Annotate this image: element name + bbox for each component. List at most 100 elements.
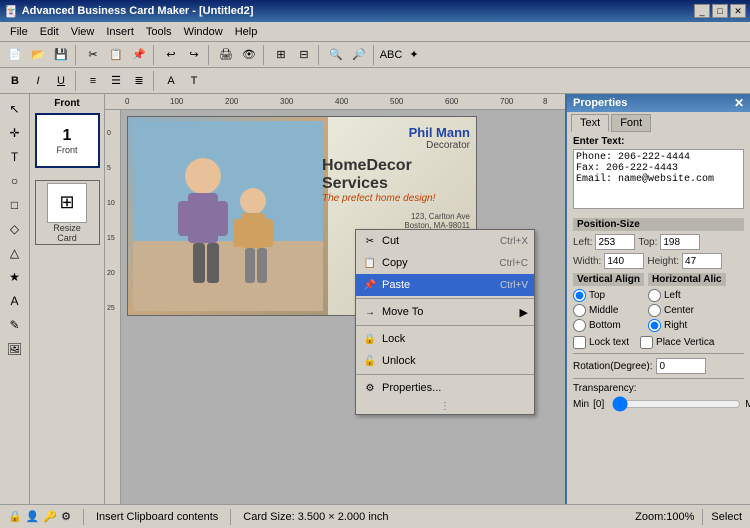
circle-tool[interactable]: ○ <box>4 170 26 192</box>
line-tool[interactable]: A <box>4 290 26 312</box>
ctx-paste-shortcut: Ctrl+V <box>500 280 528 291</box>
position-size-section: Position-Size Left: Top: Width: Height: <box>573 218 744 269</box>
panel-card-1[interactable]: 1 Front <box>35 113 100 168</box>
properties-close-button[interactable]: ✕ <box>734 96 744 110</box>
panel-front-label: Front <box>32 98 102 109</box>
minimize-button[interactable]: _ <box>694 4 710 18</box>
grid-button[interactable]: ⊞ <box>270 44 292 66</box>
menu-bar: File Edit View Insert Tools Window Help <box>0 22 750 42</box>
effects-button[interactable]: ✦ <box>403 44 425 66</box>
close-button[interactable]: ✕ <box>730 4 746 18</box>
halign-center[interactable]: Center <box>648 304 726 317</box>
toolbar-2: B I U ≡ ☰ ≣ A T <box>0 68 750 94</box>
color-button[interactable]: A <box>160 70 182 92</box>
align-right-button[interactable]: ≣ <box>128 70 150 92</box>
pen-tool[interactable]: ✎ <box>4 314 26 336</box>
ctx-paste[interactable]: 📌 Paste Ctrl+V <box>356 274 534 296</box>
ctx-moveto-label: Move To <box>382 306 423 318</box>
copy-button[interactable]: 📋 <box>105 44 127 66</box>
ctx-more[interactable]: ⋮ <box>356 399 534 414</box>
main-area: ↖ ✛ T ○ □ ◇ △ ★ A ✎ 🖼 Front 1 Front ⊞ Re… <box>0 94 750 504</box>
save-button[interactable]: 💾 <box>50 44 72 66</box>
undo-button[interactable]: ↩ <box>160 44 182 66</box>
lock-place-row: Lock text Place Vertica <box>573 336 744 349</box>
user-icon: 👤 <box>26 510 40 523</box>
halign-left[interactable]: Left <box>648 289 726 302</box>
menu-window[interactable]: Window <box>178 24 229 40</box>
ctx-cut[interactable]: ✂ Cut Ctrl+X <box>356 230 534 252</box>
bold-button[interactable]: B <box>4 70 26 92</box>
status-sep2 <box>230 509 231 525</box>
underline-button[interactable]: U <box>50 70 72 92</box>
ctx-cut-label: Cut <box>382 235 399 247</box>
ctx-properties[interactable]: ⚙ Properties... <box>356 377 534 399</box>
move-tool[interactable]: ✛ <box>4 122 26 144</box>
card-number: 1 <box>63 127 72 145</box>
menu-help[interactable]: Help <box>229 24 264 40</box>
height-input[interactable] <box>682 253 722 269</box>
valign-bottom[interactable]: Bottom <box>573 319 644 332</box>
open-button[interactable]: 📂 <box>27 44 49 66</box>
ctx-unlock[interactable]: 🔓 Unlock <box>356 350 534 372</box>
transparency-slider[interactable] <box>612 397 741 411</box>
card-label: Front <box>56 145 77 155</box>
max-label: Ma <box>745 399 750 410</box>
menu-tools[interactable]: Tools <box>140 24 178 40</box>
paste-button[interactable]: 📌 <box>128 44 150 66</box>
status-bar: 🔒 👤 🔑 ⚙ Insert Clipboard contents Card S… <box>0 504 750 528</box>
canvas-area[interactable]: 0 100 200 300 400 500 600 700 8 0 5 10 1… <box>105 94 565 504</box>
maximize-button[interactable]: □ <box>712 4 728 18</box>
preview-button[interactable]: 👁 <box>238 44 260 66</box>
rect-tool[interactable]: □ <box>4 194 26 216</box>
width-input[interactable] <box>604 253 644 269</box>
align-center-button[interactable]: ☰ <box>105 70 127 92</box>
ctx-copy[interactable]: 📋 Copy Ctrl+C <box>356 252 534 274</box>
new-button[interactable]: 📄 <box>4 44 26 66</box>
zoomout-button[interactable]: 🔎 <box>348 44 370 66</box>
min-label: Min <box>573 399 589 410</box>
cut-button[interactable]: ✂ <box>82 44 104 66</box>
tab-text[interactable]: Text <box>571 114 609 132</box>
text-tool[interactable]: T <box>4 146 26 168</box>
valign-top[interactable]: Top <box>573 289 644 302</box>
image-tool[interactable]: 🖼 <box>4 338 26 360</box>
select-tool[interactable]: ↖ <box>4 98 26 120</box>
properties-header: Properties ✕ <box>567 94 750 112</box>
place-vertical-checkbox[interactable] <box>640 336 653 349</box>
left-input[interactable] <box>595 234 635 250</box>
print-button[interactable]: 🖨 <box>215 44 237 66</box>
menu-edit[interactable]: Edit <box>34 24 65 40</box>
valign-middle[interactable]: Middle <box>573 304 644 317</box>
prop-divider <box>573 353 744 354</box>
enter-text-label: Enter Text: <box>573 136 744 147</box>
lock-text-checkbox[interactable] <box>573 336 586 349</box>
zoomin-button[interactable]: 🔍 <box>325 44 347 66</box>
menu-view[interactable]: View <box>65 24 101 40</box>
star-tool[interactable]: ★ <box>4 266 26 288</box>
side-panel: Front 1 Front ⊞ ResizeCard <box>30 94 105 504</box>
tab-font[interactable]: Font <box>611 114 651 132</box>
spell-button[interactable]: ABC <box>380 44 402 66</box>
properties-title: Properties <box>573 97 627 109</box>
halign-right[interactable]: Right <box>648 319 726 332</box>
text-input[interactable]: Phone: 206-222-4444 Fax: 206-222-4443 Em… <box>573 149 744 209</box>
fontsize-button[interactable]: T <box>183 70 205 92</box>
top-input[interactable] <box>660 234 700 250</box>
mode-label: Select <box>711 511 742 523</box>
diamond-tool[interactable]: ◇ <box>4 218 26 240</box>
italic-button[interactable]: I <box>27 70 49 92</box>
zoom-label: Zoom:100% <box>635 511 694 523</box>
sep3 <box>208 45 212 65</box>
align-left-button[interactable]: ≡ <box>82 70 104 92</box>
menu-insert[interactable]: Insert <box>100 24 140 40</box>
rotation-input[interactable] <box>656 358 706 374</box>
menu-file[interactable]: File <box>4 24 34 40</box>
gridopt-button[interactable]: ⊟ <box>293 44 315 66</box>
panel-resize-card[interactable]: ⊞ ResizeCard <box>35 180 100 245</box>
sep2 <box>153 45 157 65</box>
unlock-icon: 🔓 <box>362 353 378 369</box>
redo-button[interactable]: ↪ <box>183 44 205 66</box>
ctx-lock[interactable]: 🔒 Lock <box>356 328 534 350</box>
triangle-tool[interactable]: △ <box>4 242 26 264</box>
ctx-moveto[interactable]: → Move To ▶ <box>356 301 534 323</box>
